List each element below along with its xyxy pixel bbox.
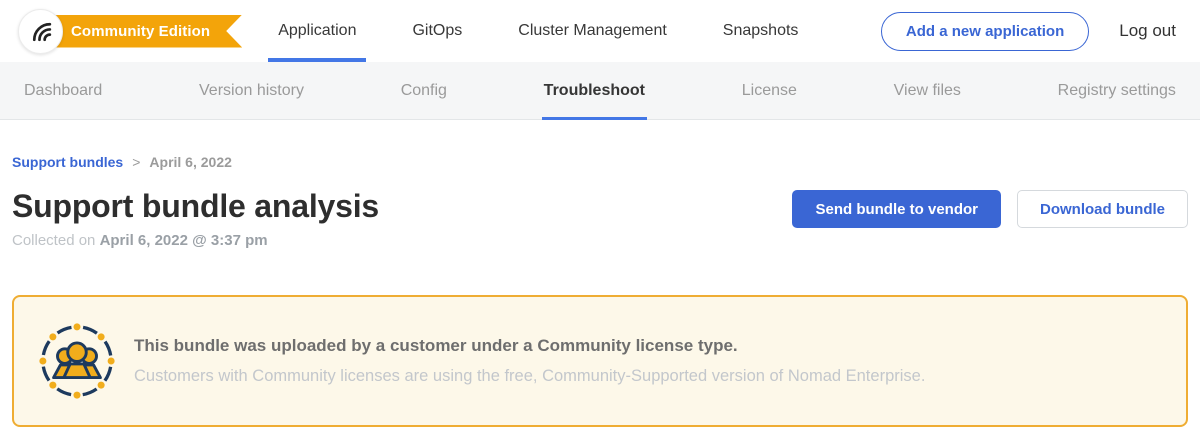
main-tabs: Application GitOps Cluster Management Sn…	[268, 0, 808, 62]
community-license-notice: This bundle was uploaded by a customer u…	[12, 295, 1188, 427]
community-edition-badge: Community Edition	[49, 15, 242, 48]
bundle-actions: Send bundle to vendor Download bundle	[792, 190, 1188, 228]
community-users-icon	[38, 322, 116, 400]
add-new-application-button[interactable]: Add a new application	[881, 12, 1089, 51]
page-header: Support bundle analysis Collected on Apr…	[12, 188, 1188, 249]
download-bundle-button[interactable]: Download bundle	[1017, 190, 1188, 228]
collected-timestamp: Collected on April 6, 2022 @ 3:37 pm	[12, 232, 379, 249]
replicated-logo-icon	[27, 18, 54, 45]
tab-snapshots[interactable]: Snapshots	[713, 0, 809, 62]
collected-label: Collected on	[12, 232, 95, 249]
subtab-view-files[interactable]: View files	[892, 62, 963, 120]
collected-value: April 6, 2022 @ 3:37 pm	[100, 232, 268, 249]
subtab-version-history[interactable]: Version history	[197, 62, 306, 120]
notice-heading: This bundle was uploaded by a customer u…	[134, 336, 925, 356]
breadcrumb-current: April 6, 2022	[149, 154, 232, 170]
notice-text: This bundle was uploaded by a customer u…	[134, 336, 925, 386]
subtab-config[interactable]: Config	[399, 62, 449, 120]
tab-cluster-management[interactable]: Cluster Management	[508, 0, 677, 62]
top-navigation-bar: Community Edition Application GitOps Clu…	[0, 0, 1200, 62]
app-sub-navigation: Dashboard Version history Config Trouble…	[0, 62, 1200, 120]
tab-gitops[interactable]: GitOps	[402, 0, 472, 62]
subtab-troubleshoot[interactable]: Troubleshoot	[542, 62, 647, 120]
replicated-logo[interactable]	[18, 9, 63, 54]
breadcrumb-support-bundles-link[interactable]: Support bundles	[12, 154, 123, 170]
page-title: Support bundle analysis	[12, 188, 379, 225]
subtab-registry-settings[interactable]: Registry settings	[1056, 62, 1178, 120]
brand: Community Edition	[18, 9, 242, 54]
subtab-dashboard[interactable]: Dashboard	[22, 62, 104, 120]
top-actions: Add a new application Log out	[881, 12, 1176, 51]
subtab-license[interactable]: License	[740, 62, 799, 120]
tab-application[interactable]: Application	[268, 0, 366, 62]
page-title-block: Support bundle analysis Collected on Apr…	[12, 188, 379, 249]
breadcrumb: Support bundles > April 6, 2022	[12, 154, 1188, 170]
logout-link[interactable]: Log out	[1119, 21, 1176, 41]
send-bundle-to-vendor-button[interactable]: Send bundle to vendor	[792, 190, 1001, 228]
breadcrumb-separator: >	[132, 154, 140, 170]
notice-body: Customers with Community licenses are us…	[134, 367, 925, 386]
main-content: Support bundles > April 6, 2022 Support …	[0, 154, 1200, 427]
